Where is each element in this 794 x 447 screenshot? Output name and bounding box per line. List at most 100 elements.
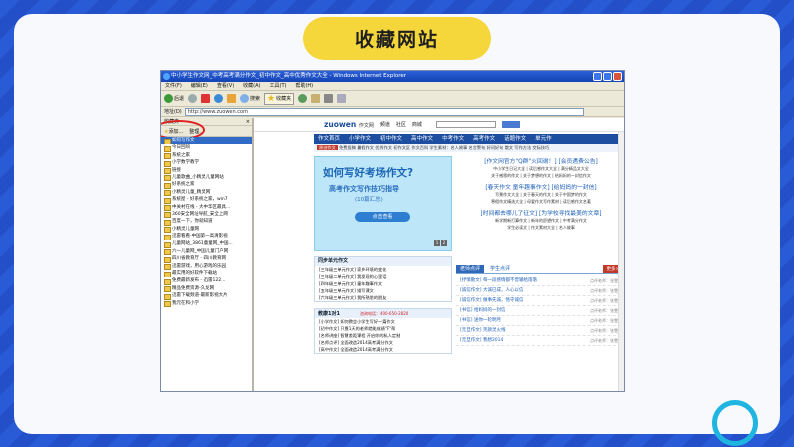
close-button[interactable] <box>613 72 622 81</box>
review-title[interactable]: [元旦作文] 笑颜灵火线 <box>460 326 505 335</box>
section-link[interactable]: [初中作文] 只靠1天的老师就能成绩"F"帮 <box>315 325 451 332</box>
forward-arrow-icon[interactable] <box>188 94 198 103</box>
menu-favorites[interactable]: 收藏(A) <box>243 82 260 90</box>
head-link[interactable]: 频道 <box>380 121 390 128</box>
section-link[interactable]: [名师点评] 全面改造2014高考满分作文 <box>315 339 451 346</box>
review-title[interactable]: [诚信作文] 大诚已成，人心以信 <box>460 286 523 295</box>
favorite-item[interactable]: 精品免费资源-久龙网 <box>161 285 252 293</box>
favorite-item[interactable]: 中关村在线 - 大中华区最具... <box>161 204 252 211</box>
favorite-item[interactable]: 系统之家 <box>161 152 252 160</box>
section-link[interactable]: [高中作文] 全面改造2014高考满分作文 <box>315 346 451 353</box>
page-scrollbar[interactable] <box>618 132 624 391</box>
search-button[interactable]: 搜索 <box>240 94 260 103</box>
favorite-item[interactable]: 免费最新发布 - 迅雷122... <box>161 277 252 285</box>
section-link[interactable]: [三年级二单元作文] 我发现的心里话 <box>315 273 451 280</box>
site-search-input[interactable] <box>435 121 496 128</box>
review-title[interactable]: [书信] 给妈妈的一封信 <box>460 306 505 315</box>
review-row[interactable]: [书信] 送你一轮明月 点评老师：张雯雯 <box>456 316 624 326</box>
news-line[interactable]: 学生必读文 | 作文素材大全 | 名人故事 <box>456 224 624 231</box>
head-link[interactable]: 商城 <box>412 121 422 128</box>
favorite-item[interactable]: 最实用的好软件下载站 <box>161 270 252 278</box>
site-search-button[interactable] <box>501 121 520 128</box>
section-link[interactable]: [名师讲座] 智慧差距课程 开启你的私人定制 <box>315 332 451 339</box>
review-row[interactable]: [诚信作文] 大诚已成，人心以信 点评老师：张雯雯 <box>456 286 624 296</box>
news-headline[interactable]: [春天作文 童年趣事作文] [给妈妈的一封信] <box>456 182 624 191</box>
mail-icon[interactable] <box>311 94 321 103</box>
review-title[interactable]: [元旦作文] 我想2014 <box>460 336 503 345</box>
print-icon[interactable] <box>324 94 334 103</box>
favorite-item[interactable]: 儿童歌曲_小精灵儿童网站 <box>161 174 252 182</box>
review-row[interactable]: [元旦作文] 笑颜灵火线 点评老师：张雯雯 <box>456 326 624 336</box>
banner-page[interactable]: 1 <box>434 240 440 246</box>
section-link[interactable]: [小学作文] 如何教会小学生写好一篇作文 <box>315 318 451 325</box>
favorite-item[interactable]: 好系统之家 <box>161 181 252 189</box>
news-line[interactable]: 新学期新打算作文 | 新年的愿望作文 | 中考满分作文 <box>456 217 624 224</box>
nav-item[interactable]: 中考作文 <box>442 134 464 144</box>
section-link[interactable]: [四年级三单元作文] 童年趣事作文 <box>315 280 451 287</box>
review-title[interactable]: [书信] 送你一轮明月 <box>460 316 501 325</box>
menu-edit[interactable]: 编辑(E) <box>191 82 208 90</box>
menu-help[interactable]: 帮助(H) <box>295 82 313 90</box>
subnav-tag[interactable]: 原创作文 <box>317 145 338 150</box>
tab-teacher-review[interactable]: 老师点评 <box>456 265 485 273</box>
nav-item[interactable]: 单元作 <box>535 134 552 144</box>
review-row[interactable]: [书信] 给妈妈的一封信 点评老师：张雯雯 <box>456 306 624 316</box>
banner-page[interactable]: 2 <box>441 240 447 246</box>
section-link[interactable]: [六年级三单元作文] 我所熟悉的朋友 <box>315 294 451 301</box>
close-icon[interactable]: × <box>246 118 250 126</box>
promo-banner[interactable]: 如何写好考场作文? 高考作文写作技巧指导 (10篇汇总) 点击查看 12 <box>314 156 452 251</box>
favorite-item[interactable]: 六一儿童网_中国儿童门户网 <box>161 248 252 256</box>
review-row[interactable]: [元旦作文] 我想2014 点评老师：张雯雯 <box>456 336 624 346</box>
favorite-item[interactable]: 百度一下，你就知道 <box>161 218 252 226</box>
tab-student-review[interactable]: 学生点评 <box>488 265 512 273</box>
head-link[interactable]: 社区 <box>396 121 406 128</box>
menu-file[interactable]: 文件(F) <box>165 82 182 90</box>
back-button[interactable]: 后退 <box>164 94 184 103</box>
nav-item[interactable]: 高考作文 <box>473 134 495 144</box>
review-row[interactable]: [诚信作文] 做事先诚，恪守诚信 点评老师：张雯雯 <box>456 296 624 306</box>
favorites-button[interactable]: ★ 收藏夹 <box>264 92 295 105</box>
banner-button[interactable]: 点击查看 <box>355 212 410 222</box>
section-link[interactable]: [三年级三单元作文] 家乡环境的变化 <box>315 266 451 273</box>
news-line[interactable]: 写景作文大全 | 关于春天的作文 | 关于中国梦的作文 <box>456 191 624 198</box>
review-title[interactable]: [抒情散文] 每一段感情都不曾输给雨落 <box>460 276 537 285</box>
minimize-button[interactable] <box>593 72 602 81</box>
review-row[interactable]: [抒情散文] 每一段感情都不曾输给雨落 点评老师：张雯雯 <box>456 276 624 286</box>
favorite-item[interactable]: 系统屋 - 好系统之家，win7 <box>161 196 252 204</box>
favorite-item[interactable]: 迅雷游戏，用心游戏的乐园 <box>161 263 252 271</box>
review-title[interactable]: [诚信作文] 做事先诚，恪守诚信 <box>460 296 523 305</box>
nav-item[interactable]: 作文首页 <box>318 134 340 144</box>
edit-icon[interactable] <box>337 94 347 103</box>
maximize-button[interactable] <box>603 72 612 81</box>
favorite-item[interactable]: 四川省教育厅 - 四川教育网 <box>161 255 252 263</box>
favorite-item[interactable]: 我元在和小学 <box>161 300 252 307</box>
favorite-item[interactable]: 今日回响 <box>161 144 252 152</box>
history-icon[interactable] <box>298 94 308 103</box>
menu-tools[interactable]: 工具(T) <box>270 82 287 90</box>
refresh-icon[interactable] <box>214 94 224 103</box>
stop-icon[interactable] <box>201 94 211 103</box>
address-input[interactable]: http://www.zuowen.com <box>184 107 584 116</box>
news-headline[interactable]: [作文网官方"Q群"火回谢！] [会员遇费公告] <box>456 156 624 165</box>
menu-view[interactable]: 查看(V) <box>217 82 234 90</box>
nav-item[interactable]: 初中作文 <box>380 134 402 144</box>
favorite-item[interactable]: 链接 <box>161 167 252 174</box>
nav-item[interactable]: 话题作文 <box>504 134 526 144</box>
nav-item[interactable]: 高中作文 <box>411 134 433 144</box>
favorite-item[interactable]: 迅雷下载频道-最新影视大片 <box>161 292 252 300</box>
news-line[interactable]: 中小学生日记大全 | 读后感作文大全 | 满分精品文大全 <box>456 165 624 172</box>
section-link[interactable]: [五年级三单元作文] 描写课文 <box>315 287 451 294</box>
home-icon[interactable] <box>227 94 237 103</box>
favorite-item[interactable]: 儿童网站_3861童童网_中国... <box>161 240 252 248</box>
favorite-item[interactable]: 小学数学教学 <box>161 159 252 167</box>
favorite-item[interactable]: 迅雷看看-中国第一高清影视 <box>161 233 252 241</box>
nav-item[interactable]: 小学作文 <box>349 134 371 144</box>
favorite-item[interactable]: 如何写作文 <box>161 137 252 145</box>
favorite-item[interactable]: 小精灵儿童网 <box>161 226 252 234</box>
news-line[interactable]: 寒假作文精选大全 | 母爱作文写作素材 | 读后感作文名著 <box>456 198 624 205</box>
favorite-item[interactable]: 360安全网址导航_安全上网 <box>161 211 252 219</box>
news-headline[interactable]: [时间都去哪儿了征文] [为学校寻找最美的文章] <box>456 208 624 217</box>
news-line[interactable]: 关于感恩的作文 | 关于梦想的作文 | 给妈妈的一封信作文 <box>456 172 624 179</box>
favorite-item[interactable]: 小精灵儿童_精灵网 <box>161 189 252 197</box>
site-logo[interactable]: zuowen 作文网 <box>324 120 374 129</box>
